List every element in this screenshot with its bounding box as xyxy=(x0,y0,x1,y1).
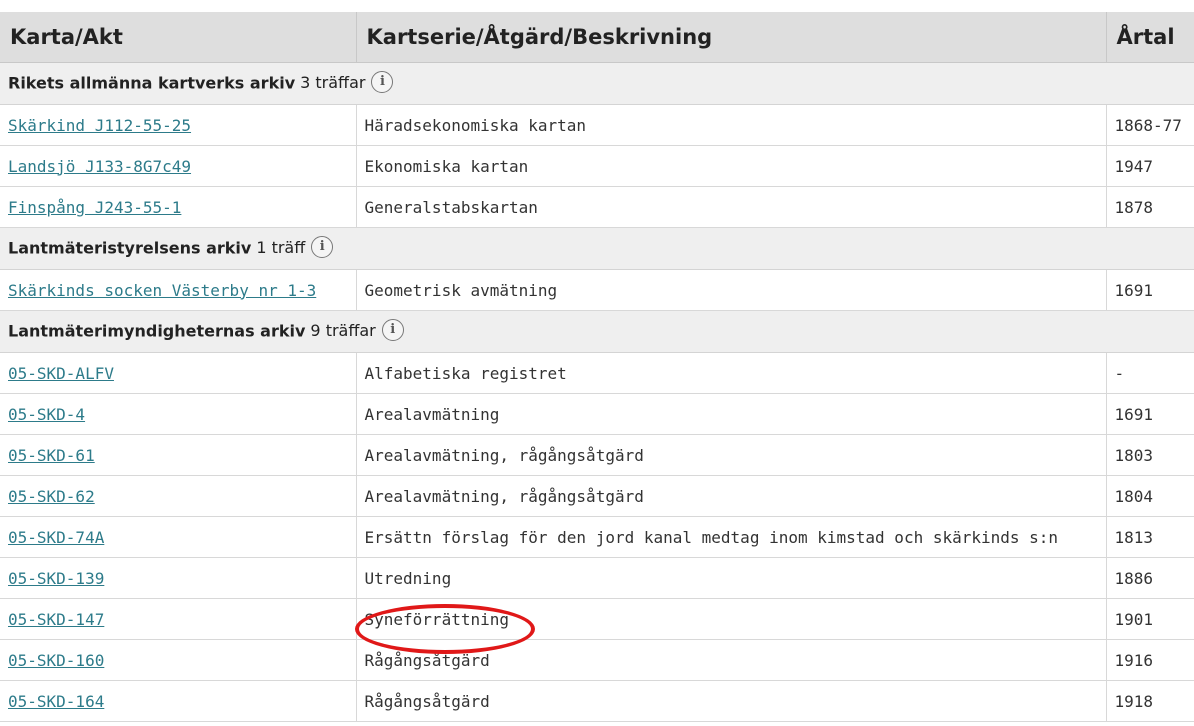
akt-cell: 05-SKD-160 xyxy=(0,639,357,681)
artal-cell: 1691 xyxy=(1106,393,1194,435)
artal-cell: 1916 xyxy=(1106,639,1194,681)
table-row: 05-SKD-139 Utredning 1886 xyxy=(0,557,1194,599)
group-header-cell: Rikets allmänna kartverks arkiv 3 träffar… xyxy=(0,62,1194,105)
akt-cell: 05-SKD-147 xyxy=(0,598,357,640)
akt-link[interactable]: Finspång J243-55-1 xyxy=(8,198,181,217)
artal-cell: - xyxy=(1106,352,1194,394)
column-header-beskrivning[interactable]: Kartserie/Åtgärd/Beskrivning xyxy=(356,12,1107,63)
akt-cell: Skärkind J112-55-25 xyxy=(0,104,357,146)
akt-link[interactable]: 05-SKD-62 xyxy=(8,487,95,506)
beskrivning-cell: Ekonomiska kartan xyxy=(356,145,1107,187)
artal-cell: 1947 xyxy=(1106,145,1194,187)
akt-cell: Skärkinds socken Västerby nr 1-3 xyxy=(0,269,357,311)
results-page: Karta/Akt Kartserie/Åtgärd/Beskrivning Å… xyxy=(0,0,1194,726)
table-row: 05-SKD-62 Arealavmätning, rågångsåtgärd … xyxy=(0,475,1194,517)
akt-cell: 05-SKD-164 xyxy=(0,680,357,722)
table-row: 05-SKD-164 Rågångsåtgärd 1918 xyxy=(0,680,1194,722)
header-row: Karta/Akt Kartserie/Åtgärd/Beskrivning Å… xyxy=(0,12,1194,63)
top-strip xyxy=(0,0,1194,12)
group-header-lantmaterimyndigheternas-arkiv: Lantmäterimyndigheternas arkiv 9 träffar i xyxy=(0,310,1194,353)
artal-cell: 1886 xyxy=(1106,557,1194,599)
table-row: Finspång J243-55-1 Generalstabskartan 18… xyxy=(0,186,1194,228)
table-row: 05-SKD-160 Rågångsåtgärd 1916 xyxy=(0,639,1194,681)
group-count: 3 träffar xyxy=(300,73,366,92)
results-table: Karta/Akt Kartserie/Åtgärd/Beskrivning Å… xyxy=(0,12,1194,722)
artal-cell: 1813 xyxy=(1106,516,1194,558)
table-row: 05-SKD-147 Syneförrättning 1901 xyxy=(0,598,1194,640)
group-name: Rikets allmänna kartverks arkiv xyxy=(8,73,296,92)
akt-link[interactable]: 05-SKD-4 xyxy=(8,405,85,424)
artal-cell: 1691 xyxy=(1106,269,1194,311)
group-header-cell: Lantmäterimyndigheternas arkiv 9 träffar i xyxy=(0,310,1194,353)
akt-link[interactable]: Landsjö J133-8G7c49 xyxy=(8,157,191,176)
group-header-cell: Lantmäteristyrelsens arkiv 1 träff i xyxy=(0,227,1194,270)
akt-link[interactable]: 05-SKD-164 xyxy=(8,692,104,711)
beskrivning-cell: Syneförrättning xyxy=(356,598,1107,640)
akt-link[interactable]: 05-SKD-61 xyxy=(8,446,95,465)
table-row: Skärkinds socken Västerby nr 1-3 Geometr… xyxy=(0,269,1194,311)
info-icon[interactable]: i xyxy=(371,70,394,93)
beskrivning-cell: Geometrisk avmätning xyxy=(356,269,1107,311)
akt-cell: 05-SKD-74A xyxy=(0,516,357,558)
beskrivning-cell: Ersättn förslag för den jord kanal medta… xyxy=(356,516,1107,558)
beskrivning-cell: Arealavmätning xyxy=(356,393,1107,435)
table-row: Landsjö J133-8G7c49 Ekonomiska kartan 19… xyxy=(0,145,1194,187)
table-row: Skärkind J112-55-25 Häradsekonomiska kar… xyxy=(0,104,1194,146)
table-row: 05-SKD-74A Ersättn förslag för den jord … xyxy=(0,516,1194,558)
beskrivning-cell: Generalstabskartan xyxy=(356,186,1107,228)
group-name: Lantmäterimyndigheternas arkiv xyxy=(8,321,306,340)
artal-cell: 1918 xyxy=(1106,680,1194,722)
beskrivning-cell: Rågångsåtgärd xyxy=(356,639,1107,681)
beskrivning-cell: Rågångsåtgärd xyxy=(356,680,1107,722)
column-header-artal[interactable]: Årtal xyxy=(1106,12,1194,63)
info-icon[interactable]: i xyxy=(311,235,334,258)
akt-cell: 05-SKD-62 xyxy=(0,475,357,517)
akt-cell: Finspång J243-55-1 xyxy=(0,186,357,228)
beskrivning-cell: Häradsekonomiska kartan xyxy=(356,104,1107,146)
akt-cell: 05-SKD-4 xyxy=(0,393,357,435)
artal-cell: 1804 xyxy=(1106,475,1194,517)
beskrivning-cell: Arealavmätning, rågångsåtgärd xyxy=(356,475,1107,517)
group-count: 9 träffar xyxy=(310,321,376,340)
group-name: Lantmäteristyrelsens arkiv xyxy=(8,238,252,257)
akt-cell: 05-SKD-ALFV xyxy=(0,352,357,394)
akt-link[interactable]: 05-SKD-139 xyxy=(8,569,104,588)
group-count: 1 träff xyxy=(256,238,306,257)
akt-cell: Landsjö J133-8G7c49 xyxy=(0,145,357,187)
artal-cell: 1901 xyxy=(1106,598,1194,640)
beskrivning-cell: Alfabetiska registret xyxy=(356,352,1107,394)
beskrivning-cell: Utredning xyxy=(356,557,1107,599)
group-header-lantmateristyrelsens-arkiv: Lantmäteristyrelsens arkiv 1 träff i xyxy=(0,227,1194,270)
akt-link[interactable]: Skärkind J112-55-25 xyxy=(8,116,191,135)
akt-link[interactable]: 05-SKD-ALFV xyxy=(8,364,114,383)
table-row: 05-SKD-ALFV Alfabetiska registret - xyxy=(0,352,1194,394)
info-icon[interactable]: i xyxy=(381,318,404,341)
beskrivning-cell: Arealavmätning, rågångsåtgärd xyxy=(356,434,1107,476)
table-row: 05-SKD-4 Arealavmätning 1691 xyxy=(0,393,1194,435)
akt-link[interactable]: 05-SKD-74A xyxy=(8,528,104,547)
akt-link[interactable]: Skärkinds socken Västerby nr 1-3 xyxy=(8,281,316,300)
table-row: 05-SKD-61 Arealavmätning, rågångsåtgärd … xyxy=(0,434,1194,476)
artal-cell: 1878 xyxy=(1106,186,1194,228)
group-header-rikets-allmanna-kartverks-arkiv: Rikets allmänna kartverks arkiv 3 träffar… xyxy=(0,62,1194,105)
artal-cell: 1868-77 xyxy=(1106,104,1194,146)
akt-link[interactable]: 05-SKD-147 xyxy=(8,610,104,629)
column-header-karta-akt[interactable]: Karta/Akt xyxy=(0,12,357,63)
akt-cell: 05-SKD-139 xyxy=(0,557,357,599)
akt-link[interactable]: 05-SKD-160 xyxy=(8,651,104,670)
akt-cell: 05-SKD-61 xyxy=(0,434,357,476)
artal-cell: 1803 xyxy=(1106,434,1194,476)
